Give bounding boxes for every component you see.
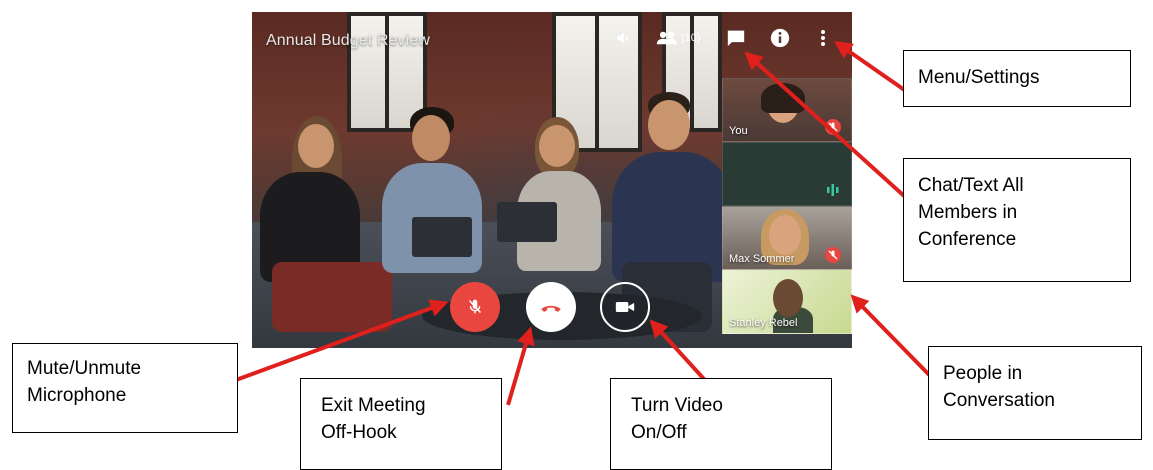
callout-menu-settings: Menu/Settings [903, 50, 1131, 107]
callout-chat: Chat/Text All Members in Conference [903, 158, 1131, 282]
arrow-mute [224, 299, 449, 386]
callout-exit: Exit Meeting Off-Hook [300, 378, 502, 470]
callout-video: Turn Video On/Off [610, 378, 832, 470]
callout-mute: Mute/Unmute Microphone [12, 343, 238, 433]
arrow-exit [506, 326, 535, 406]
callout-people: People in Conversation [928, 346, 1142, 440]
